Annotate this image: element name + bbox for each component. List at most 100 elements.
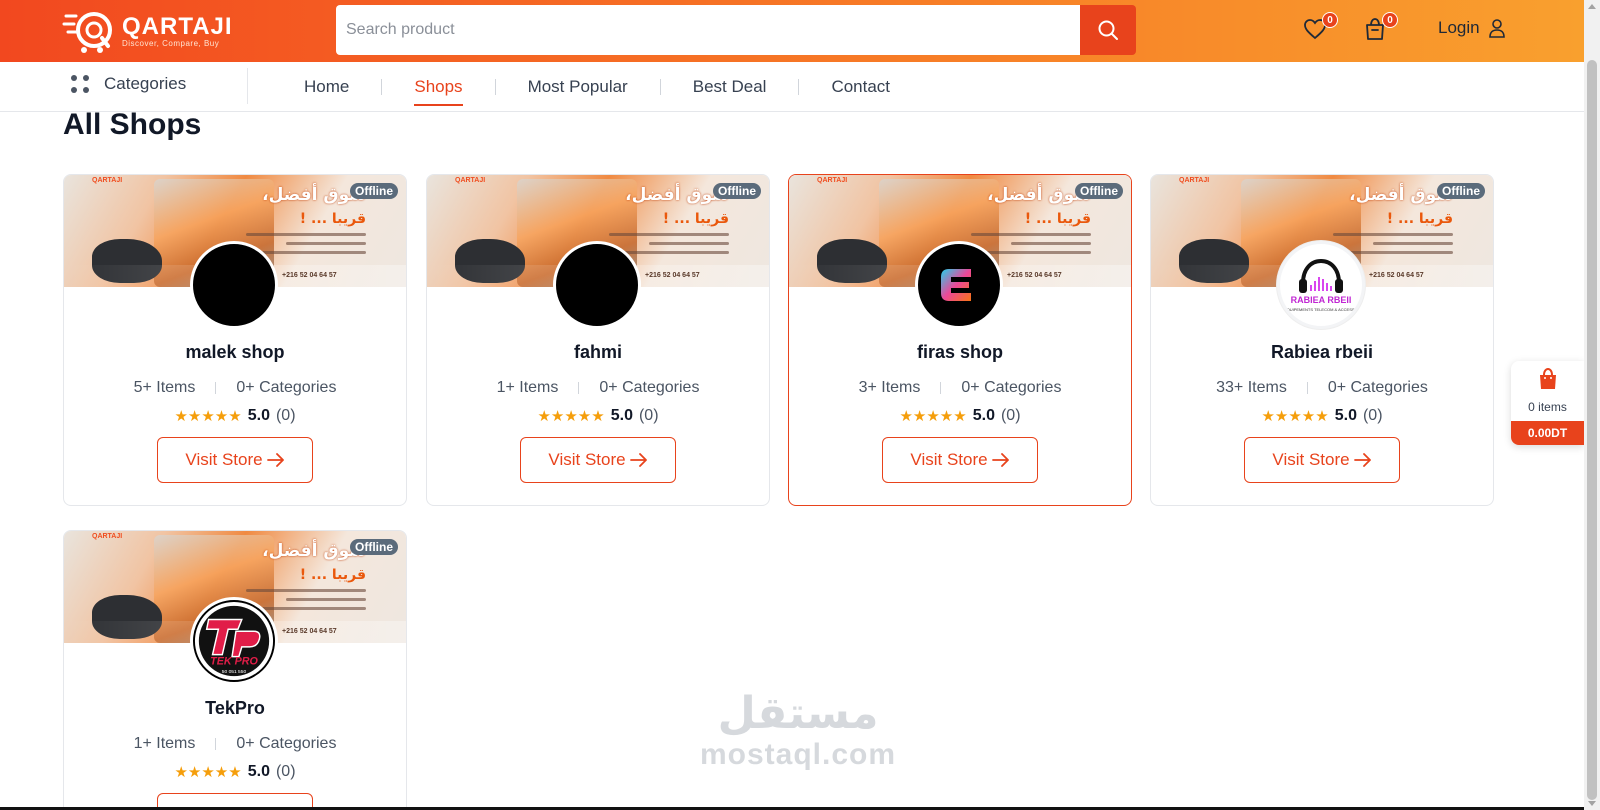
brand-name: QARTAJI [122,12,233,40]
login-button[interactable]: Login [1438,18,1506,38]
brand-tagline: Discover, Compare, Buy [122,38,220,48]
search-bar [336,5,1136,55]
visit-store-button[interactable]: Visit Store [1244,437,1400,483]
banner-phone: +216 52 04 64 57 [1007,272,1062,279]
banner-subtitle: قريبا ... ! [1024,211,1091,227]
shop-rating: ★★★★★ 5.0 (0) [1151,407,1493,425]
shop-items-count: 33+ Items [1216,379,1287,396]
search-button[interactable] [1080,5,1136,55]
svg-text:RABIEA RBEII: RABIEA RBEII [1291,295,1352,305]
shop-categories-count: 0+ Categories [961,379,1062,396]
page-title: All Shops [63,108,202,141]
nav-link-shops[interactable]: Shops [414,62,463,112]
visit-store-label: Visit Store [185,450,263,469]
nav-link-most-popular[interactable]: Most Popular [528,62,628,112]
categories-menu-button[interactable]: Categories [70,74,186,94]
rating-count: (0) [1362,407,1383,424]
page-scrollbar[interactable] [1584,0,1600,810]
categories-label: Categories [104,74,187,93]
floating-cart[interactable]: 0 items 0.00DT [1511,361,1584,445]
shop-card[interactable]: QARTAJI سوق أفضل، قريبا ... ! +216 52 04… [63,530,407,810]
wishlist-count-badge: 0 [1322,12,1338,28]
shop-stats: 1+ Items 0+ Categories [427,379,769,397]
rating-value: 5.0 [972,407,995,424]
shop-categories-count: 0+ Categories [599,379,700,396]
banner-logo: QARTAJI [92,533,123,540]
nav-separator [381,79,383,95]
status-badge: Offline [1437,183,1485,199]
star-rating-icon: ★★★★★ [174,408,242,425]
shop-card[interactable]: QARTAJI سوق أفضل، قريبا ... ! +216 52 04… [426,174,770,506]
nav-link-contact[interactable]: Contact [831,62,890,112]
scroll-down-arrow[interactable] [1588,801,1596,806]
rating-count: (0) [275,763,296,780]
shop-avatar [553,241,641,329]
banner-logo: QARTAJI [817,177,848,184]
rating-value: 5.0 [610,407,633,424]
shop-categories-count: 0+ Categories [1327,379,1428,396]
shopping-bag-icon [1539,367,1556,389]
shop-avatar [915,241,1003,329]
grid-icon [71,75,89,93]
rating-count: (0) [638,407,659,424]
wishlist-button[interactable]: 0 [1302,12,1338,44]
shop-card[interactable]: QARTAJI سوق أفضل، قريبا ... ! +216 52 04… [788,174,1132,506]
banner-subtitle: قريبا ... ! [299,567,366,583]
shop-name[interactable]: TekPro [64,698,406,719]
scroll-thumb[interactable] [1587,60,1597,800]
nav-separator [659,79,661,95]
arrow-right-icon [266,453,284,467]
search-icon [1098,20,1118,40]
shop-name[interactable]: Rabiea rbeii [1151,342,1493,363]
brand-logo[interactable]: QARTAJI Discover, Compare, Buy [62,8,233,54]
shop-categories-count: 0+ Categories [236,735,337,752]
arrow-right-icon [629,453,647,467]
shop-stats: 5+ Items 0+ Categories [64,379,406,397]
visit-store-button[interactable]: Visit Store [882,437,1038,483]
visit-store-label: Visit Store [910,450,988,469]
banner-subtitle: قريبا ... ! [662,211,729,227]
nav-link-best-deal[interactable]: Best Deal [693,62,767,112]
shop-avatar: TEK PRO 50 051 550 [190,597,278,685]
stats-separator [1306,382,1308,394]
search-input[interactable] [336,5,1080,55]
visit-store-button[interactable]: Visit Store [520,437,676,483]
shop-items-count: 5+ Items [133,379,196,396]
rating-count: (0) [275,407,296,424]
svg-text:TEK PRO: TEK PRO [210,655,258,667]
star-rating-icon: ★★★★★ [899,408,967,425]
shop-items-count: 1+ Items [496,379,559,396]
banner-phone: +216 52 04 64 57 [282,272,337,279]
visit-store-button[interactable]: Visit Store [157,437,313,483]
shop-stats: 1+ Items 0+ Categories [64,735,406,753]
user-icon [1488,19,1505,38]
banner-logo: QARTAJI [455,177,486,184]
nav-separator [798,79,800,95]
nav-link-home[interactable]: Home [304,62,349,112]
status-badge: Offline [350,183,398,199]
rating-value: 5.0 [247,763,270,780]
shop-name[interactable]: fahmi [427,342,769,363]
shop-name[interactable]: firas shop [789,342,1131,363]
status-badge: Offline [1075,183,1123,199]
banner-logo: QARTAJI [92,177,123,184]
rating-count: (0) [1000,407,1021,424]
star-rating-icon: ★★★★★ [537,408,605,425]
shop-name[interactable]: malek shop [64,342,406,363]
shop-items-count: 3+ Items [858,379,921,396]
top-header: QARTAJI Discover, Compare, Buy 0 0 Login [0,0,1584,62]
svg-text:50 051 550: 50 051 550 [222,669,247,675]
status-badge: Offline [350,539,398,555]
cart-button[interactable]: 0 [1362,12,1398,44]
shop-card[interactable]: QARTAJI سوق أفضل، قريبا ... ! +216 52 04… [1150,174,1494,506]
rating-value: 5.0 [247,407,270,424]
shop-card[interactable]: QARTAJI سوق أفضل، قريبا ... ! +216 52 04… [63,174,407,506]
cart-count-badge: 0 [1382,12,1398,28]
banner-subtitle: قريبا ... ! [1386,211,1453,227]
banner-phone: +216 52 04 64 57 [1369,272,1424,279]
arrow-right-icon [1353,453,1371,467]
shop-rating: ★★★★★ 5.0 (0) [789,407,1131,425]
stats-separator [215,738,217,750]
scroll-up-arrow[interactable] [1588,4,1596,9]
banner-logo: QARTAJI [1179,177,1210,184]
